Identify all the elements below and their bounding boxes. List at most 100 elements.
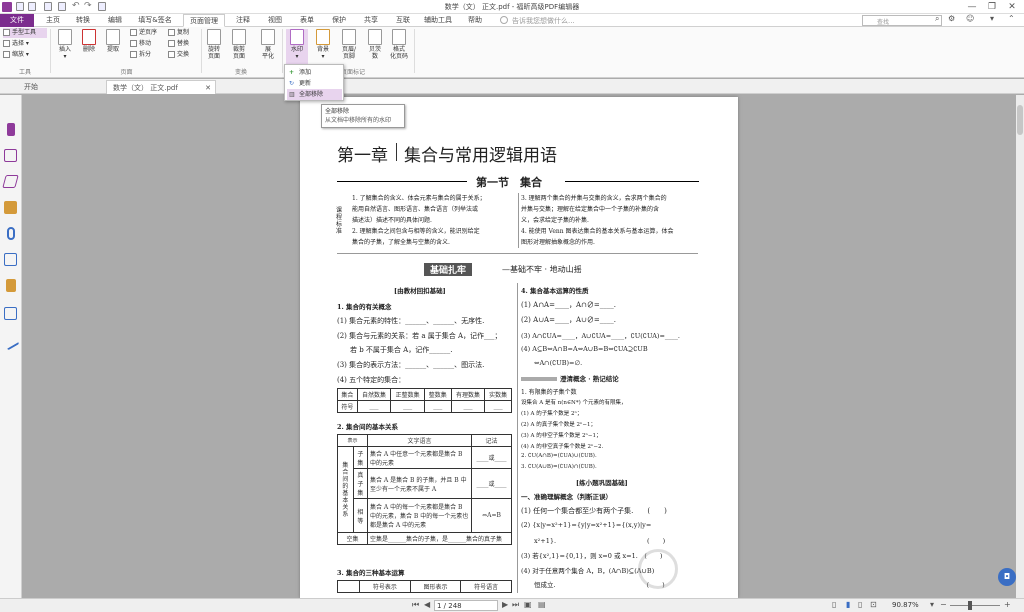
tab-current-document[interactable]: 数学（文） 正文.pdf ✕ bbox=[106, 80, 216, 94]
first-page-button[interactable]: ⏮ bbox=[412, 600, 420, 610]
tab-connect[interactable]: 互联 bbox=[390, 14, 416, 27]
page-number-input[interactable]: 1 / 248 bbox=[434, 600, 498, 611]
text-line: x²+1}. ( ) bbox=[534, 537, 666, 545]
text-line: (2) A 的真子集个数是 2ⁿ−1； bbox=[521, 422, 596, 428]
restore-button[interactable]: ❐ bbox=[984, 1, 1000, 13]
move-pages-button[interactable]: 移动 bbox=[130, 39, 151, 49]
zoom-out-button[interactable]: − bbox=[940, 600, 947, 609]
reverse-pages-button[interactable]: 逆页序 bbox=[130, 28, 157, 38]
close-button[interactable]: ✕ bbox=[1004, 1, 1020, 13]
tab-convert[interactable]: 转换 bbox=[70, 14, 96, 27]
text-line: (1) 任何一个集合都至少有两个子集. ( ) bbox=[521, 507, 667, 515]
bates-number-button[interactable]: 贝茨 数 bbox=[364, 29, 386, 60]
extract-page-icon bbox=[106, 29, 120, 45]
destination-icon[interactable] bbox=[1, 332, 20, 351]
close-tab-icon[interactable]: ✕ bbox=[205, 81, 211, 95]
page-thumbnails-icon[interactable] bbox=[4, 149, 17, 162]
scrollbar-thumb[interactable] bbox=[1017, 105, 1023, 135]
split-pages-button[interactable]: 拆分 bbox=[130, 50, 151, 60]
watermark-button[interactable]: 水印 ▾ bbox=[286, 29, 308, 65]
text-line: 一、准确理解概念（判断正误） bbox=[521, 493, 612, 501]
settings-gear-icon[interactable]: ⚙ bbox=[948, 14, 955, 23]
replace-icon bbox=[168, 40, 175, 47]
tab-share[interactable]: 共享 bbox=[358, 14, 384, 27]
prev-page-button[interactable]: ◀ bbox=[424, 600, 430, 609]
tab-edit[interactable]: 编辑 bbox=[102, 14, 128, 27]
menu-item-update[interactable]: ↻ 更新 bbox=[287, 78, 342, 89]
tab-form[interactable]: 表单 bbox=[294, 14, 320, 27]
zoom-slider-thumb[interactable] bbox=[968, 601, 972, 610]
minimize-button[interactable]: — bbox=[964, 1, 980, 13]
single-page-view-icon[interactable]: ▯ bbox=[832, 600, 836, 609]
zoom-level[interactable]: 90.87% bbox=[892, 601, 919, 609]
tab-help[interactable]: 帮助 bbox=[462, 14, 488, 27]
status-bar: ⏮ ◀ 1 / 248 ▶ ⏭ ▣ ▤ ▯ ▮ ▯ ⊡ 90.87% ▾ − + bbox=[0, 598, 1024, 612]
tab-accessibility[interactable]: 辅助工具 bbox=[420, 14, 456, 27]
lock-icon[interactable] bbox=[6, 279, 16, 292]
header-footer-button[interactable]: 页眉/ 页脚 bbox=[338, 29, 360, 60]
background-button[interactable]: 背景 ▾ bbox=[312, 29, 334, 60]
zoom-dropdown-icon[interactable]: ▾ bbox=[930, 600, 934, 609]
rotate-page-button[interactable]: 旋转 页面 bbox=[203, 29, 225, 60]
text-line: (4) A 的非空真子集个数是 2ⁿ−2. bbox=[521, 444, 604, 450]
bates-icon bbox=[368, 29, 382, 45]
left-heading: [由教材回扣基础] bbox=[394, 287, 446, 295]
search-input[interactable]: 查找 bbox=[862, 15, 942, 26]
tab-protect[interactable]: 保护 bbox=[326, 14, 352, 27]
tab-start[interactable]: 开始 bbox=[18, 80, 98, 94]
flatten-button[interactable]: 展 平化 bbox=[257, 29, 279, 60]
crop-page-button[interactable]: 裁剪 页面 bbox=[228, 29, 250, 60]
delete-page-button[interactable]: 删除 bbox=[78, 29, 100, 53]
signature-icon[interactable] bbox=[4, 253, 17, 266]
ribbon-collapse-icon[interactable]: ⌃ bbox=[1008, 14, 1015, 23]
group-label-transform: 变换 bbox=[234, 69, 247, 76]
copy-pages-button[interactable]: 复制 bbox=[168, 28, 189, 38]
dropdown-icon[interactable]: ▾ bbox=[990, 14, 994, 23]
swap-pages-button[interactable]: 交换 bbox=[168, 50, 189, 60]
text-line: (4) 五个特定的集合： bbox=[337, 376, 406, 384]
search-icon[interactable]: ⌕ bbox=[935, 14, 939, 24]
practice-heading: [练小题巩固基础] bbox=[576, 479, 628, 487]
content-icon[interactable] bbox=[4, 307, 17, 320]
copy-icon bbox=[168, 29, 175, 36]
layers-icon[interactable] bbox=[2, 175, 19, 188]
select-tool-button[interactable]: 选择 ▾ bbox=[3, 39, 29, 49]
move-icon bbox=[130, 40, 137, 47]
hand-tool-button[interactable]: 手型工具 bbox=[3, 28, 47, 38]
last-page-button[interactable]: ⏭ bbox=[512, 600, 519, 610]
tell-me-box[interactable]: 告诉我您想做什么... bbox=[512, 16, 575, 26]
insert-page-button[interactable]: 插入 ▾ bbox=[54, 29, 76, 60]
comments-icon[interactable] bbox=[4, 201, 17, 214]
bookmark-icon[interactable] bbox=[7, 123, 15, 136]
attachment-icon[interactable] bbox=[7, 227, 15, 240]
pdf-page: 第一章 集合与常用逻辑用语 第一节 集合 课程标准 1. 了解集合的含义、体会元… bbox=[300, 97, 738, 598]
facing-view-icon[interactable]: ▯ bbox=[858, 600, 862, 609]
save-page-icon[interactable]: ▣ bbox=[524, 600, 532, 609]
zoom-tool-button[interactable]: 缩放 ▾ bbox=[3, 50, 29, 60]
replace-pages-button[interactable]: 替换 bbox=[168, 39, 189, 49]
vertical-scrollbar[interactable] bbox=[1016, 95, 1024, 598]
continuous-view-icon[interactable]: ▮ bbox=[846, 600, 850, 609]
user-icon[interactable]: ☺ bbox=[966, 14, 974, 23]
view-mode-icon[interactable]: ▤ bbox=[538, 600, 546, 609]
menu-item-add[interactable]: + 添加 bbox=[287, 67, 342, 78]
text-line: ⇔A∩(∁UB)=∅. bbox=[534, 359, 583, 367]
separator bbox=[282, 29, 283, 73]
tab-view[interactable]: 视图 bbox=[262, 14, 288, 27]
extract-page-button[interactable]: 提取 bbox=[102, 29, 124, 53]
tab-file[interactable]: 文件 bbox=[0, 14, 34, 27]
fit-view-icon[interactable]: ⊡ bbox=[870, 600, 877, 609]
banner-subtitle: —基础不牢 · 地动山摇 bbox=[502, 265, 582, 274]
menu-item-remove-all[interactable]: ▥ 全部移除 bbox=[287, 89, 342, 100]
next-page-button[interactable]: ▶ bbox=[502, 600, 508, 609]
zoom-slider-track[interactable] bbox=[950, 605, 1000, 606]
item-heading: 4. 集合基本运算的性质 bbox=[521, 287, 589, 295]
tab-fill-sign[interactable]: 填写&签名 bbox=[134, 14, 176, 27]
zoom-in-button[interactable]: + bbox=[1004, 600, 1011, 609]
tab-page-management[interactable]: 页面管理 bbox=[183, 14, 225, 27]
tab-home[interactable]: 主页 bbox=[40, 14, 66, 27]
tab-comment[interactable]: 注释 bbox=[230, 14, 256, 27]
format-page-numbers-button[interactable]: 格式 化页码 bbox=[388, 29, 410, 60]
chat-assistant-icon[interactable]: ◘ bbox=[998, 568, 1016, 586]
special-sets-table: 集合 自然数集 正整数集 整数集 有理数集 实数集 符号 ___ ___ ___ ___ ___ bbox=[337, 388, 512, 413]
